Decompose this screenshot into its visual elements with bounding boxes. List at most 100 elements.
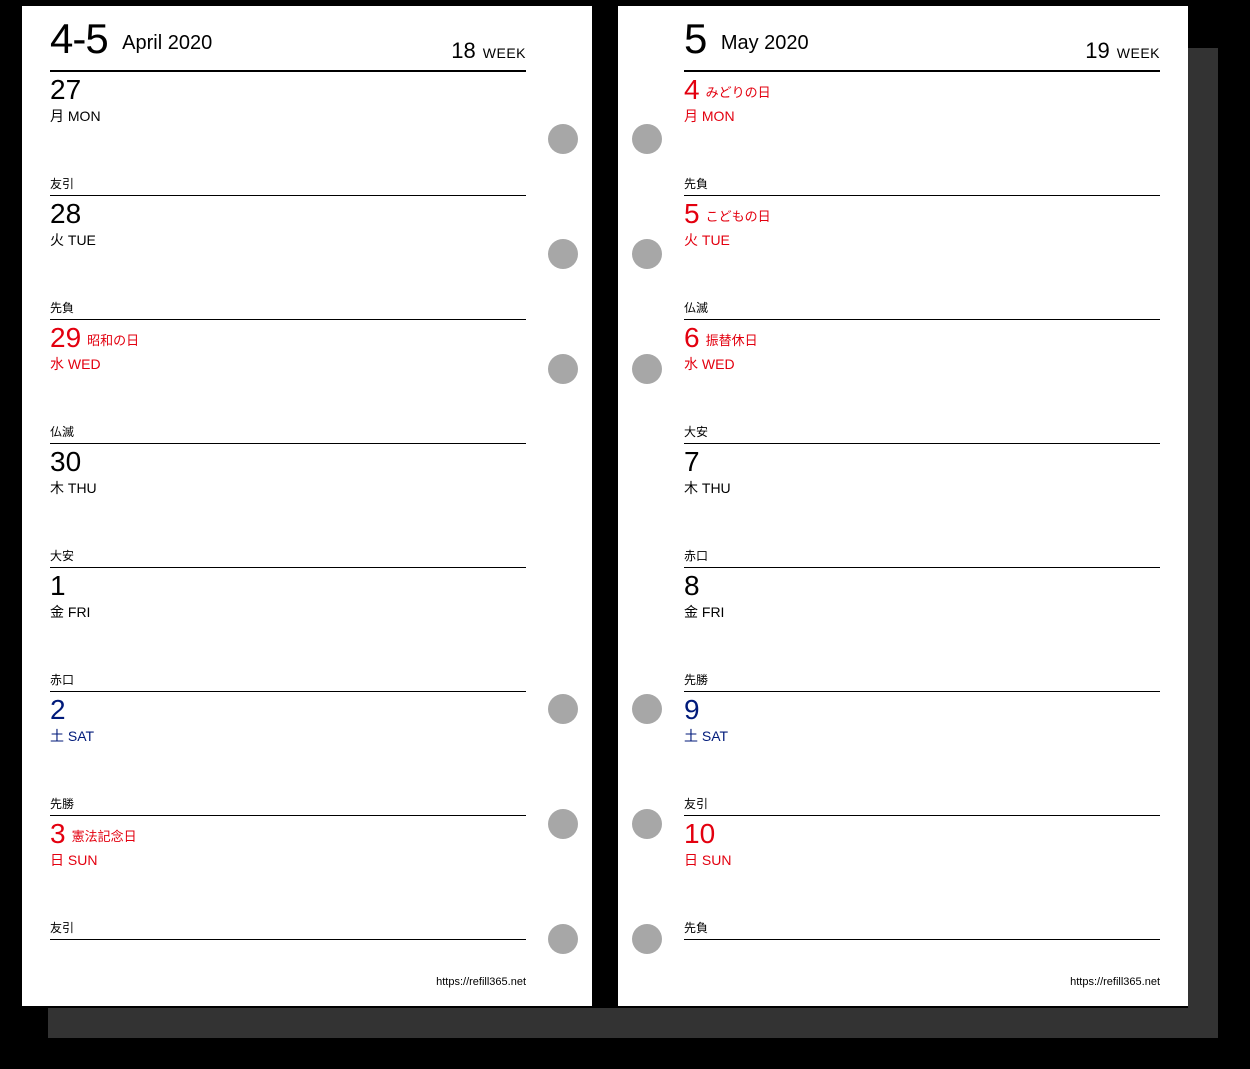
dow-en: THU [64, 480, 97, 496]
dow-en: MON [698, 108, 735, 124]
day-number: 30 [50, 448, 81, 476]
rokuyou: 大安 [684, 423, 708, 440]
planner-page-right: 5 May 2020 19 WEEK 4みどりの日月 MON先負5こどもの日火 … [618, 6, 1188, 1006]
day-row: 8金 FRI先勝 [684, 568, 1160, 692]
rokuyou: 友引 [50, 175, 74, 192]
dow-jp: 日 [50, 852, 64, 868]
footer-url: https://refill365.net [436, 976, 526, 988]
day-row: 4みどりの日月 MON先負 [684, 72, 1160, 196]
day-row: 30木 THU大安 [50, 444, 526, 568]
rokuyou: 先負 [684, 919, 708, 936]
month-number: 5 [684, 6, 706, 72]
binder-hole-icon [548, 239, 578, 269]
month-number: 4-5 [50, 6, 108, 72]
binder-hole-icon [632, 809, 662, 839]
rokuyou: 大安 [50, 547, 74, 564]
day-row: 27月 MON友引 [50, 72, 526, 196]
binder-hole-icon [632, 124, 662, 154]
day-of-week: 日 SUN [684, 850, 1160, 870]
dow-jp: 月 [50, 108, 64, 124]
dow-en: FRI [64, 604, 90, 620]
rokuyou: 赤口 [684, 547, 708, 564]
dow-en: TUE [64, 232, 96, 248]
day-of-week: 月 MON [684, 106, 1160, 126]
dow-en: TUE [698, 232, 730, 248]
rokuyou: 赤口 [50, 671, 74, 688]
planner-page-left: 4-5 April 2020 18 WEEK 27月 MON友引28火 TUE先… [22, 6, 592, 1006]
dow-jp: 水 [50, 356, 64, 372]
binder-hole-icon [632, 924, 662, 954]
rokuyou: 先負 [50, 299, 74, 316]
dow-jp: 金 [684, 604, 698, 620]
day-number: 27 [50, 76, 81, 104]
binder-hole-icon [632, 354, 662, 384]
page-header: 5 May 2020 19 WEEK [684, 6, 1160, 72]
rokuyou: 先勝 [684, 671, 708, 688]
day-of-week: 火 TUE [50, 230, 526, 250]
week-label: WEEK [1117, 45, 1160, 61]
holiday-name: 昭和の日 [87, 333, 139, 348]
week-number: 18 [451, 38, 475, 63]
day-number: 6 [684, 324, 700, 352]
day-number: 3 [50, 820, 66, 848]
binder-hole-icon [632, 239, 662, 269]
day-row: 9土 SAT友引 [684, 692, 1160, 816]
dow-en: SUN [64, 852, 97, 868]
week-indicator: 18 WEEK [451, 38, 526, 64]
dow-jp: 水 [684, 356, 698, 372]
day-of-week: 日 SUN [50, 850, 526, 870]
dow-jp: 月 [684, 108, 698, 124]
day-number: 1 [50, 572, 66, 600]
dow-jp: 土 [684, 728, 698, 744]
day-of-week: 土 SAT [684, 726, 1160, 746]
day-number: 4 [684, 76, 700, 104]
day-of-week: 金 FRI [50, 602, 526, 622]
rokuyou: 先勝 [50, 795, 74, 812]
day-number: 29 [50, 324, 81, 352]
week-indicator: 19 WEEK [1085, 38, 1160, 64]
binder-hole-icon [548, 124, 578, 154]
dow-en: WED [698, 356, 735, 372]
day-number: 9 [684, 696, 700, 724]
month-name: April 2020 [122, 10, 212, 76]
day-of-week: 火 TUE [684, 230, 1160, 250]
month-name: May 2020 [721, 10, 809, 76]
binder-hole-icon [548, 924, 578, 954]
holiday-name: 憲法記念日 [72, 829, 137, 844]
days-column: 27月 MON友引28火 TUE先負29昭和の日水 WED仏滅30木 THU大安… [50, 72, 526, 940]
binder-hole-icon [548, 809, 578, 839]
day-of-week: 金 FRI [684, 602, 1160, 622]
page-header: 4-5 April 2020 18 WEEK [50, 6, 526, 72]
dow-en: SAT [698, 728, 728, 744]
rokuyou: 先負 [684, 175, 708, 192]
day-number: 10 [684, 820, 715, 848]
day-row: 5こどもの日火 TUE仏滅 [684, 196, 1160, 320]
day-row: 10日 SUN 先負 [684, 816, 1160, 940]
day-row: 7木 THU赤口 [684, 444, 1160, 568]
dow-jp: 金 [50, 604, 64, 620]
planner-spread: 4-5 April 2020 18 WEEK 27月 MON友引28火 TUE先… [0, 0, 1250, 1069]
dow-en: FRI [698, 604, 724, 620]
page-shadow [48, 1008, 1218, 1038]
dow-jp: 木 [50, 480, 64, 496]
week-label: WEEK [483, 45, 526, 61]
rokuyou: 仏滅 [684, 299, 708, 316]
holiday-name: 振替休日 [706, 333, 758, 348]
dow-en: SUN [698, 852, 731, 868]
day-number: 8 [684, 572, 700, 600]
day-of-week: 木 THU [50, 478, 526, 498]
dow-en: SAT [64, 728, 94, 744]
binder-holes [548, 6, 578, 1006]
binder-holes [632, 6, 662, 1006]
day-row: 29昭和の日水 WED仏滅 [50, 320, 526, 444]
holiday-name: みどりの日 [706, 85, 771, 100]
week-number: 19 [1085, 38, 1109, 63]
day-row: 3憲法記念日日 SUN友引 [50, 816, 526, 940]
day-of-week: 水 WED [684, 354, 1160, 374]
day-row: 6振替休日水 WED大安 [684, 320, 1160, 444]
day-row: 2土 SAT先勝 [50, 692, 526, 816]
holiday-name: こどもの日 [706, 209, 771, 224]
day-row: 28火 TUE先負 [50, 196, 526, 320]
dow-jp: 火 [684, 232, 698, 248]
day-row: 1金 FRI赤口 [50, 568, 526, 692]
